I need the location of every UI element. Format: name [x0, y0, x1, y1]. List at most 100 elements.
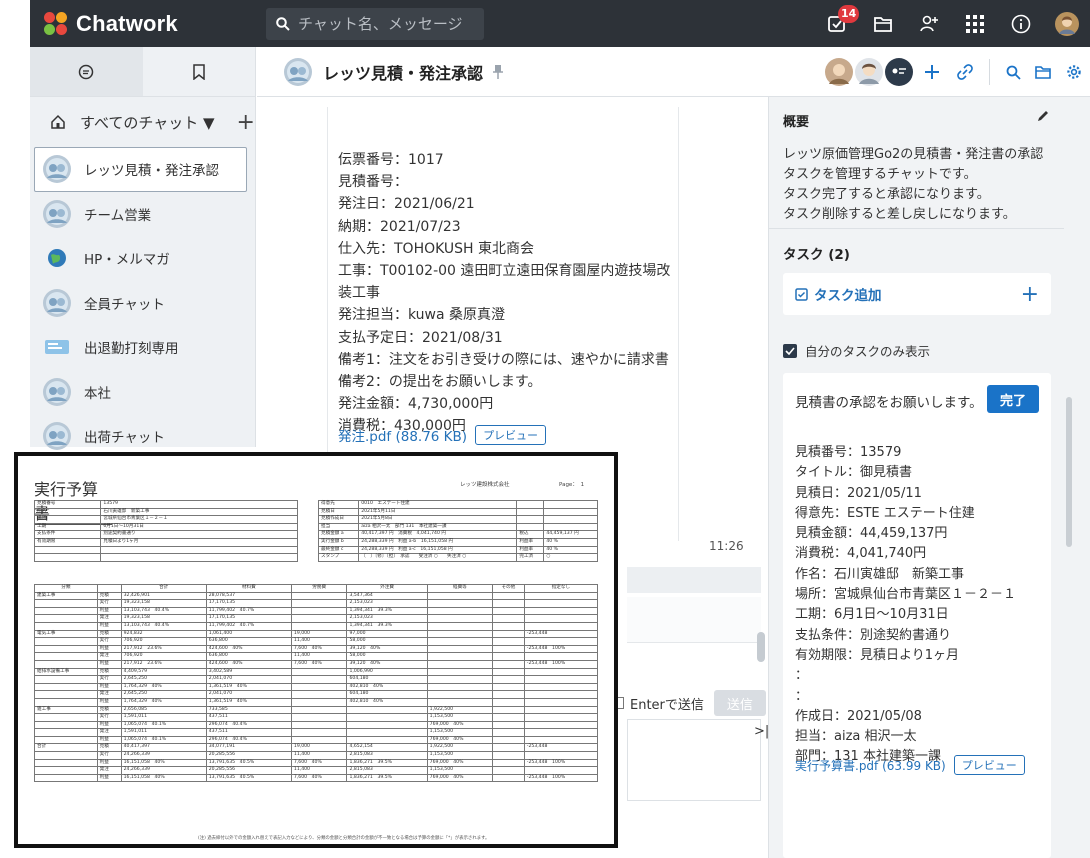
doc-table-cell	[492, 621, 525, 631]
doc-header-cell: 外注費	[346, 584, 428, 593]
doc-table-cell	[426, 690, 494, 699]
room-name: 本社	[84, 385, 111, 402]
task-attachment-link[interactable]: 実行予算書.pdf (63.99 KB)	[795, 757, 946, 774]
files-button[interactable]	[860, 0, 906, 47]
doc-table-cell: 見積	[96, 705, 122, 715]
add-task-button[interactable]: タスク追加 +	[783, 273, 1051, 315]
checkbox-checked-icon[interactable]	[783, 343, 797, 358]
folder-icon	[874, 16, 892, 32]
doc-company: レッツ建設株式会社	[460, 482, 510, 488]
my-tasks-toggle[interactable]: 自分のタスクのみ表示	[783, 341, 930, 360]
doc-table-cell: 424,600 40%	[205, 644, 292, 654]
member-list-button[interactable]	[885, 58, 913, 86]
doc-header-cell: 材料費	[205, 584, 292, 593]
doc-table-cell: 19,000	[290, 743, 348, 753]
doc-table-cell: 利益	[96, 697, 122, 707]
pin-icon[interactable]	[493, 64, 504, 79]
sidebar-room-item[interactable]: 出退勤打刻専用	[30, 325, 255, 370]
user-avatar-icon	[1055, 11, 1079, 36]
doc-table-cell	[543, 522, 598, 532]
doc-table-cell: 場所	[33, 515, 102, 524]
app-logo[interactable]: Chatwork	[30, 11, 256, 37]
attachment-link[interactable]: 発注.pdf (88.76 KB)	[338, 425, 467, 445]
add-chat-button[interactable]: +	[237, 110, 255, 135]
sidebar-room-item[interactable]: HP・メルマガ	[30, 236, 255, 281]
message-line: 備考2：の提出をお願いします。	[338, 374, 542, 391]
search-input[interactable]	[298, 14, 468, 33]
complete-task-button[interactable]: 完了	[987, 385, 1039, 413]
preview-button[interactable]: プレビュー	[475, 425, 547, 445]
panel-scrollbar[interactable]	[1066, 397, 1072, 547]
gear-icon	[1067, 65, 1081, 79]
doc-table-cell: 雑工事	[34, 705, 98, 715]
doc-table-cell: 完工済	[516, 553, 545, 562]
room-files-button[interactable]	[1028, 49, 1058, 96]
doc-table-cell: 見積	[96, 743, 122, 753]
doc-table-cell: 利益	[96, 682, 122, 692]
doc-table-cell: 17,170,135	[205, 599, 292, 608]
panel-scrollbar-track	[1064, 97, 1090, 858]
info-button[interactable]	[998, 0, 1044, 47]
task-detail-line: 工期：6月1日～10月31日	[795, 607, 949, 623]
doc-table-cell	[426, 606, 494, 616]
composer-strip	[627, 597, 761, 643]
doc-summary-right: 得意先 0010 エステート住建 見積日 2021年5月11日 見積作成日 2021年5月…	[317, 500, 598, 562]
room-title: レッツ見積・発注承認	[323, 63, 484, 83]
room-settings-button[interactable]	[1058, 49, 1090, 96]
doc-table-row: 利益 16,151,058 40% 13,791,635 40.5% 7,600 40…	[34, 773, 599, 783]
search-box[interactable]	[266, 7, 484, 40]
doc-table-cell: 58,000	[346, 652, 428, 661]
member-avatar[interactable]	[855, 58, 883, 86]
doc-table-cell: 11,400	[290, 766, 348, 775]
doc-table-cell	[426, 599, 494, 608]
sidebar-room-item[interactable]: チーム営業	[30, 192, 255, 237]
doc-table-cell: 3,402,589	[205, 667, 292, 677]
doc-table-cell	[290, 606, 348, 616]
link-button[interactable]	[949, 49, 981, 96]
sidebar-room-item[interactable]: レッツ見積・発注承認	[34, 147, 247, 192]
doc-table-row: 利益 1,764,329 40% 1,361,519 40% 402,810 40%	[34, 682, 599, 692]
doc-table-cell	[516, 507, 545, 517]
timeline-scrollbar[interactable]	[757, 632, 765, 662]
doc-table-cell: 437,511	[205, 728, 292, 737]
overview-title: 概要	[783, 115, 810, 130]
room-search-button[interactable]	[998, 49, 1028, 96]
doc-table-cell: 13,791,635 40.5%	[205, 758, 292, 768]
doc-table-cell: 担当	[317, 522, 360, 532]
tab-chats[interactable]	[30, 47, 143, 96]
doc-table-row: 支払条件 別途契約書通り	[33, 530, 298, 539]
overview-line: タスク削除すると差し戻しになります。	[783, 207, 1016, 222]
doc-table-cell: 実行	[96, 599, 122, 608]
doc-page: Page： 1	[559, 482, 585, 488]
send-button[interactable]: 送信	[713, 690, 766, 716]
tasks-button[interactable]: 14	[814, 0, 860, 47]
doc-table-cell: -253,448 100%	[523, 773, 599, 783]
sidebar-room-item[interactable]: 本社	[30, 370, 255, 415]
doc-table-cell: -253,448 100%	[523, 644, 599, 654]
doc-table-cell	[523, 682, 599, 692]
task-preview-button[interactable]: プレビュー	[953, 755, 1025, 775]
doc-table-cell	[492, 591, 525, 601]
doc-table-row: 実行金額 b 24,288,339 円 利益 a-b 16,151,058 円利益…	[317, 537, 598, 547]
doc-table-row	[33, 545, 298, 555]
contacts-button[interactable]	[906, 0, 952, 47]
apps-button[interactable]	[952, 0, 998, 47]
profile-button[interactable]	[1044, 0, 1090, 47]
doc-table-cell	[523, 606, 599, 616]
member-avatar[interactable]	[825, 58, 853, 86]
tab-bookmarks[interactable]	[143, 47, 256, 96]
message-input[interactable]	[627, 719, 761, 801]
add-member-button[interactable]	[915, 49, 949, 96]
doc-table-cell: 1,065,074 40.1%	[120, 720, 207, 730]
overview-text: レッツ原価管理Go2の見積書・発注書の承認 タスクを管理するチャットです。 タスク完…	[783, 145, 1053, 225]
doc-table-cell	[34, 621, 98, 631]
edit-pencil-icon[interactable]	[1036, 109, 1050, 123]
doc-table-cell	[426, 667, 494, 677]
all-chats-filter[interactable]: すべてのチャット ▼ +	[30, 97, 255, 147]
doc-table-row: スタンプ〔 〕〔修〕〔担〕 承認 受注済 ○ 失注済 ○ 完工済 ○	[317, 553, 598, 562]
doc-table-row: 建築工事 見積 32,426,901 28,078,537 3,547,364	[34, 591, 599, 601]
doc-table-cell: 24,288,339 円 利益 a-b 16,151,058 円	[358, 537, 518, 547]
doc-table-cell: 実行	[96, 713, 122, 722]
collapse-panel-icon[interactable]: >|	[754, 724, 769, 739]
sidebar-room-item[interactable]: 全員チャット	[30, 281, 255, 326]
